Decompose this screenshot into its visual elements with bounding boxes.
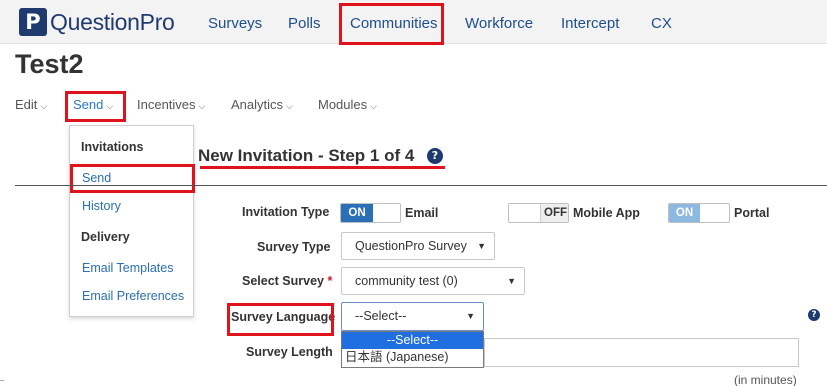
- mobile-app-toggle[interactable]: OFF: [508, 203, 569, 223]
- survey-length-hint: (in minutes): [734, 373, 797, 386]
- chevron-down-icon: ⌵: [370, 101, 377, 111]
- chevron-down-icon: ⌵: [40, 101, 48, 111]
- survey-language-value: --Select--: [355, 309, 407, 323]
- email-toggle-label: Email: [405, 206, 439, 220]
- logo-text: QuestionPro: [50, 8, 175, 35]
- menu-incentives[interactable]: Incentives ⌵: [137, 97, 205, 112]
- top-navigation: P QuestionPro Surveys Polls Communities …: [0, 0, 827, 44]
- nav-polls[interactable]: Polls: [288, 0, 321, 44]
- menu-edit[interactable]: Edit ⌵: [15, 97, 47, 112]
- menu-analytics-label: Analytics: [231, 97, 284, 112]
- dropdown-history-link[interactable]: History: [82, 199, 121, 213]
- menu-send[interactable]: Send ⌵: [73, 97, 113, 112]
- menu-send-label: Send: [73, 97, 104, 112]
- survey-type-select[interactable]: QuestionPro Survey ▼: [341, 232, 495, 260]
- portal-toggle-on: ON: [669, 204, 700, 222]
- dropdown-email-preferences-link[interactable]: Email Preferences: [82, 289, 184, 303]
- select-survey-select[interactable]: community test (0) ▼: [341, 267, 525, 295]
- menu-modules[interactable]: Modules ⌵: [318, 97, 377, 112]
- required-mark: *: [327, 274, 333, 288]
- chevron-down-icon: ⌵: [198, 101, 206, 111]
- dropdown-send-link[interactable]: Send: [82, 171, 111, 185]
- dropdown-arrow-icon: ▼: [507, 276, 516, 286]
- survey-length-input[interactable]: [484, 338, 799, 367]
- delivery-header: Delivery: [81, 230, 130, 244]
- survey-type-value: QuestionPro Survey: [355, 239, 467, 253]
- section-title-underline: [200, 166, 445, 169]
- dropdown-email-templates-link[interactable]: Email Templates: [82, 261, 173, 275]
- nav-communities[interactable]: Communities: [350, 0, 438, 44]
- mobile-app-toggle-label: Mobile App: [573, 206, 640, 220]
- chevron-down-icon: ⌵: [286, 101, 293, 111]
- email-toggle-on: ON: [341, 204, 373, 222]
- dropdown-arrow-icon: ▼: [466, 311, 475, 321]
- language-option-japanese[interactable]: 日本語 (Japanese): [342, 349, 483, 366]
- help-icon[interactable]: ?: [427, 148, 443, 164]
- email-toggle[interactable]: ON: [340, 203, 401, 223]
- select-survey-label: Select Survey *: [242, 274, 332, 288]
- divider-mark: [0, 380, 4, 381]
- chevron-down-icon: ⌵: [106, 101, 114, 111]
- nav-intercept[interactable]: Intercept: [561, 0, 619, 44]
- survey-length-label: Survey Length: [246, 345, 333, 359]
- page-title: Test2: [15, 49, 84, 79]
- survey-type-label: Survey Type: [257, 240, 331, 254]
- invitation-type-label: Invitation Type: [242, 205, 330, 219]
- survey-language-help-icon[interactable]: ?: [808, 309, 820, 321]
- nav-cx[interactable]: CX: [651, 0, 672, 44]
- portal-toggle-label: Portal: [734, 206, 770, 220]
- nav-surveys[interactable]: Surveys: [208, 0, 262, 44]
- menu-modules-label: Modules: [318, 97, 368, 112]
- send-dropdown-menu: Invitations Send History Delivery Email …: [69, 125, 194, 317]
- survey-language-label: Survey Language: [231, 310, 336, 324]
- menu-analytics[interactable]: Analytics ⌵: [231, 97, 293, 112]
- logo-mark-icon: P: [19, 8, 47, 36]
- survey-language-select[interactable]: --Select-- ▼: [341, 302, 484, 331]
- select-survey-label-text: Select Survey: [242, 274, 324, 288]
- select-survey-value: community test (0): [355, 274, 458, 288]
- invitations-header: Invitations: [81, 140, 144, 154]
- nav-workforce[interactable]: Workforce: [465, 0, 533, 44]
- section-title: New Invitation - Step 1 of 4: [198, 146, 415, 165]
- menu-incentives-label: Incentives: [137, 97, 196, 112]
- section-divider: [15, 185, 827, 186]
- language-option-select[interactable]: --Select--: [342, 332, 483, 349]
- mobile-app-toggle-off: OFF: [540, 204, 568, 222]
- questionpro-logo[interactable]: P QuestionPro: [19, 7, 175, 37]
- menu-edit-label: Edit: [15, 97, 38, 112]
- dropdown-arrow-icon: ▼: [477, 241, 486, 251]
- survey-language-options: --Select-- 日本語 (Japanese): [341, 331, 484, 368]
- portal-toggle[interactable]: ON: [668, 203, 730, 223]
